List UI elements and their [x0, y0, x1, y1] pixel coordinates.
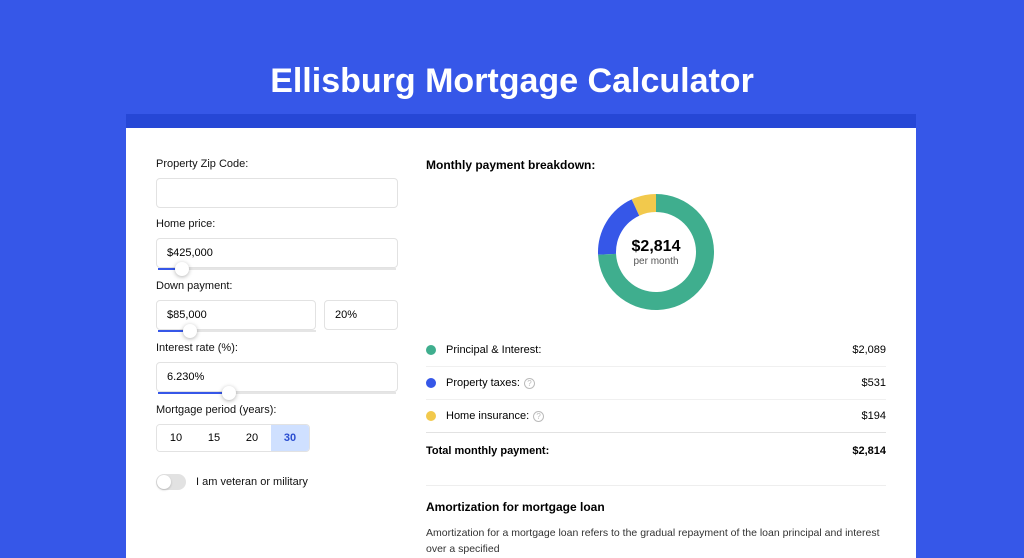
donut-amount: $2,814 [632, 238, 681, 256]
period-option-30[interactable]: 30 [271, 425, 309, 451]
down-label: Down payment: [156, 280, 398, 292]
breakdown-item-amount: $2,089 [852, 344, 886, 356]
zip-label: Property Zip Code: [156, 158, 398, 170]
breakdown-row: Property taxes:?$531 [426, 366, 886, 399]
period-option-20[interactable]: 20 [233, 425, 271, 451]
legend-dot-icon [426, 345, 436, 355]
period-option-15[interactable]: 15 [195, 425, 233, 451]
legend-dot-icon [426, 411, 436, 421]
breakdown-row: Home insurance:?$194 [426, 399, 886, 432]
breakdown-panel: Monthly payment breakdown: $2,814 per mo… [426, 158, 886, 558]
breakdown-row: Principal & Interest:$2,089 [426, 334, 886, 366]
down-percent-input[interactable] [324, 300, 398, 330]
amortization-text: Amortization for a mortgage loan refers … [426, 526, 886, 558]
veteran-toggle[interactable] [156, 474, 186, 490]
breakdown-donut: $2,814 per month [594, 190, 718, 314]
page-title: Ellisburg Mortgage Calculator [0, 0, 1024, 101]
price-slider[interactable] [158, 268, 396, 270]
rate-slider[interactable] [158, 392, 396, 394]
inputs-panel: Property Zip Code: Home price: Down paym… [156, 158, 398, 558]
period-buttons: 10152030 [156, 424, 310, 452]
rate-input[interactable] [156, 362, 398, 392]
period-label: Mortgage period (years): [156, 404, 398, 416]
rate-label: Interest rate (%): [156, 342, 398, 354]
donut-sub: per month [633, 256, 678, 267]
price-input[interactable] [156, 238, 398, 268]
header-strip [126, 114, 916, 128]
breakdown-item-amount: $531 [862, 377, 886, 389]
legend-dot-icon [426, 378, 436, 388]
calculator-card: Property Zip Code: Home price: Down paym… [126, 128, 916, 558]
info-icon[interactable]: ? [524, 378, 535, 389]
total-value: $2,814 [852, 445, 886, 457]
breakdown-item-amount: $194 [862, 410, 886, 422]
zip-input[interactable] [156, 178, 398, 208]
info-icon[interactable]: ? [533, 411, 544, 422]
breakdown-item-label: Property taxes:? [446, 377, 862, 389]
breakdown-item-label: Home insurance:? [446, 410, 862, 422]
down-amount-input[interactable] [156, 300, 316, 330]
breakdown-item-label: Principal & Interest: [446, 344, 852, 356]
period-option-10[interactable]: 10 [157, 425, 195, 451]
price-label: Home price: [156, 218, 398, 230]
breakdown-title: Monthly payment breakdown: [426, 158, 886, 172]
veteran-label: I am veteran or military [196, 476, 308, 488]
down-slider[interactable] [158, 330, 316, 332]
total-label: Total monthly payment: [426, 445, 852, 457]
